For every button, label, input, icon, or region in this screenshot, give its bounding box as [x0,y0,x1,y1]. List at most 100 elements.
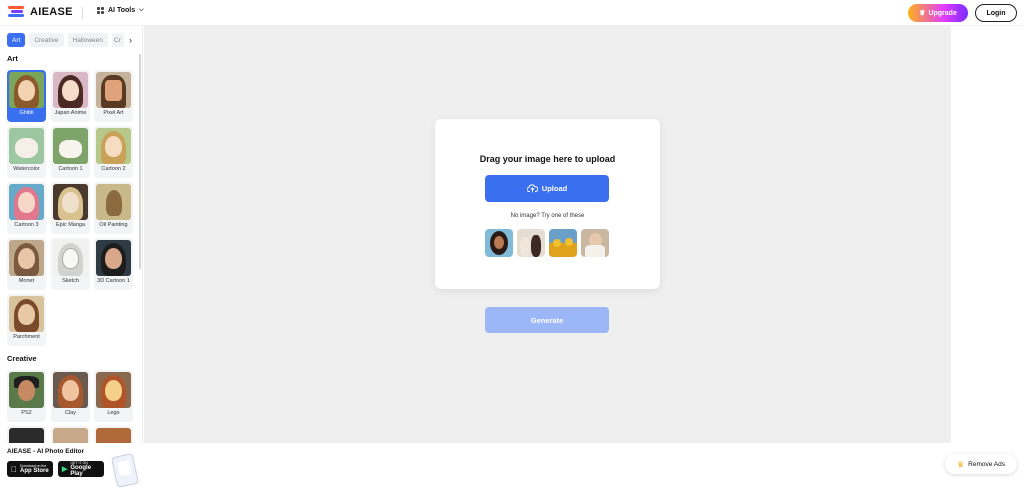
crown-icon: ♛ [919,10,926,17]
header-divider [82,7,83,19]
style-thumb [96,240,131,276]
style-card-parchment[interactable]: Parchment [7,294,46,346]
style-label: Cartoon 3 [14,222,39,228]
style-thumb [96,372,131,408]
style-thumb [96,128,131,164]
style-thumb [96,184,131,220]
style-label: Sketch [62,278,79,284]
style-thumb [96,72,131,108]
style-thumb [9,240,44,276]
google-play-text: GET IT ON Google Play [70,461,100,477]
remove-ads-label: Remove Ads [968,460,1006,468]
upgrade-button[interactable]: ♛ Upgrade [908,4,968,22]
sample-hint-text: No image? Try one of these [510,213,585,219]
style-label: 3D Cartoon 1 [97,278,130,284]
style-label: Oil Painting [99,222,128,228]
phone-illustration [111,453,139,488]
style-card-cartoon-1[interactable]: Cartoon 1 [51,126,90,178]
app-bar-title: AIEASE - AI Photo Editor [7,448,85,455]
style-card-ghibli[interactable]: Ghibli [7,70,46,122]
style-card-sketch[interactable]: Sketch [51,238,90,290]
generate-button[interactable]: Generate [485,307,609,333]
style-thumb [9,428,44,443]
google-play-button[interactable]: ▶ GET IT ON Google Play [58,461,104,477]
app-store-button[interactable]:  Download on the App Store [7,461,53,477]
sample-images [485,229,609,257]
login-button[interactable]: Login [975,4,1017,22]
style-label: Japan Anime [54,110,87,116]
sample-image-4[interactable] [581,229,609,257]
chevron-down-icon: ⌵ [139,7,144,13]
style-thumb [96,428,131,443]
style-thumb [53,240,88,276]
style-label: Epic Manga [55,222,86,228]
upload-dropzone[interactable]: Drag your image here to upload Upload No… [435,119,660,289]
style-label: Watercolor [13,166,40,172]
style-thumb [9,72,44,108]
style-card-ps2[interactable]: PS2 [7,370,46,422]
app-download-bar: AIEASE - AI Photo Editor  Download on t… [0,443,150,488]
category-tabs: Art Creative Halloween Cr [7,33,124,47]
ai-tools-menu[interactable]: AI Tools ⌵ [97,7,144,14]
style-card-epic-manga[interactable]: Epic Manga [51,182,90,234]
cloud-upload-icon [526,184,538,193]
google-play-label: Google Play [70,465,92,477]
style-label: Parchment [13,334,40,340]
style-card-monet[interactable]: Monet [7,238,46,290]
logo-text: AIEASE [30,6,73,18]
style-card-lego[interactable]: Lego [94,370,133,422]
style-label: Monet [18,278,35,284]
chevron-right-icon[interactable]: › [129,35,132,45]
upgrade-label: Upgrade [928,9,957,17]
style-label: Lego [107,410,120,416]
style-thumb [53,72,88,108]
style-card-pixel-art[interactable]: Pixel Art [94,70,133,122]
upload-title: Drag your image here to upload [479,154,616,164]
style-thumb [9,296,44,332]
tab-creative[interactable]: Creative [29,33,64,47]
style-thumb [9,184,44,220]
app-store-label: App Store [14,468,49,474]
style-sidebar: Art Creative Halloween Cr › Art Ghibli J… [0,26,143,443]
grid-icon [97,7,104,14]
style-thumb [53,372,88,408]
section-title-creative: Creative [7,354,37,363]
style-thumb [53,428,88,443]
style-label: Cartoon 2 [101,166,126,172]
tab-art[interactable]: Art [7,33,26,47]
style-card-3d-cartoon-1[interactable]: 3D Cartoon 1 [94,238,133,290]
logo-icon [8,6,26,18]
sample-image-3[interactable] [549,229,577,257]
sidebar-scrollbar[interactable] [139,54,141,269]
style-card-cartoon-3[interactable]: Cartoon 3 [7,182,46,234]
style-label: Pixel Art [103,110,124,116]
sample-image-2[interactable] [517,229,545,257]
style-card-partial[interactable] [94,426,133,443]
style-thumb [53,128,88,164]
style-card-partial[interactable] [51,426,90,443]
app-store-text: Download on the App Store [20,464,49,474]
crown-icon: ♛ [956,459,965,469]
style-label: Clay [64,410,76,416]
style-card-oil-painting[interactable]: Oil Painting [94,182,133,234]
style-thumb [9,372,44,408]
sample-image-1[interactable] [485,229,513,257]
upload-button[interactable]: Upload [485,175,609,202]
main-workspace: Drag your image here to upload Upload No… [144,26,951,443]
style-label: PS2 [21,410,32,416]
style-thumb [53,184,88,220]
section-title-art: Art [7,54,18,63]
logo[interactable]: AIEASE [8,6,73,18]
remove-ads-button[interactable]: ♛ Remove Ads [945,454,1017,474]
upload-label: Upload [541,184,568,193]
style-thumb [9,128,44,164]
style-card-partial[interactable] [7,426,46,443]
ai-tools-label: AI Tools [108,7,136,14]
tab-halloween[interactable]: Halloween [67,33,108,47]
style-card-clay[interactable]: Clay [51,370,90,422]
play-icon: ▶ [62,466,68,473]
tab-cr[interactable]: Cr [111,33,124,47]
style-card-watercolor[interactable]: Watercolor [7,126,46,178]
style-card-japan-anime[interactable]: Japan Anime [51,70,90,122]
style-card-cartoon-2[interactable]: Cartoon 2 [94,126,133,178]
